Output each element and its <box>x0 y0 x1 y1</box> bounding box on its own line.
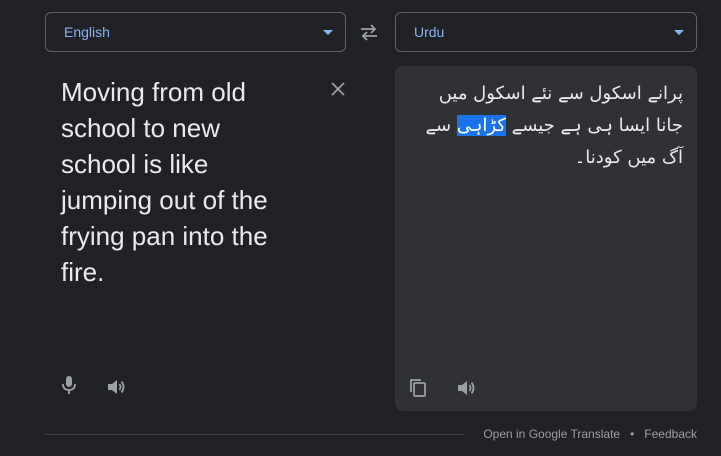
source-language-label: English <box>64 24 110 40</box>
footer: Open in Google Translate • Feedback <box>483 426 697 442</box>
source-text-input[interactable]: Moving from old school to new school is … <box>61 74 291 290</box>
target-language-select[interactable]: Urdu <box>395 12 697 52</box>
source-language-select[interactable]: English <box>45 12 346 52</box>
translation-pane: پرانے اسکول سے نئے اسکول میں جانا ایسا ہ… <box>395 66 697 411</box>
listen-source-button[interactable] <box>105 376 127 398</box>
feedback-link[interactable]: Feedback <box>644 427 697 441</box>
microphone-icon <box>62 376 76 394</box>
translation-text[interactable]: پرانے اسکول سے نئے اسکول میں جانا ایسا ہ… <box>411 78 684 174</box>
translate-widget: English Urdu Moving from old school to n… <box>0 0 721 456</box>
open-in-google-translate-link[interactable]: Open in Google Translate <box>483 427 620 441</box>
listen-translation-button[interactable] <box>455 377 477 399</box>
clear-source-button[interactable] <box>329 80 347 98</box>
swap-arrows-icon <box>361 24 377 41</box>
translation-highlighted-word: کڑاہی <box>456 115 506 136</box>
speaker-icon <box>458 381 475 395</box>
caret-down-icon <box>323 30 333 35</box>
copy-translation-button[interactable] <box>407 377 429 399</box>
source-pane: Moving from old school to new school is … <box>45 62 346 412</box>
copy-icon <box>410 379 426 397</box>
footer-divider <box>45 434 465 435</box>
target-language-label: Urdu <box>414 24 445 40</box>
speaker-icon <box>108 380 125 394</box>
close-icon <box>331 82 345 96</box>
footer-separator: • <box>630 427 635 441</box>
caret-down-icon <box>674 30 684 35</box>
microphone-button[interactable] <box>58 374 80 396</box>
swap-languages-button[interactable] <box>358 22 380 42</box>
